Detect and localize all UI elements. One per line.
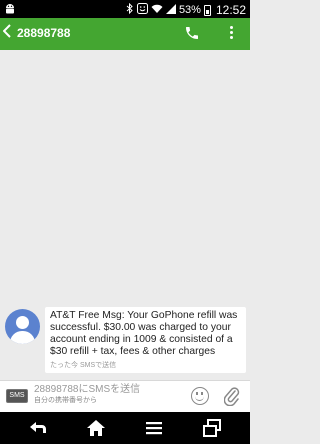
message-text: AT&T Free Msg: Your GoPhone refill was s… [50, 310, 238, 357]
message-item[interactable]: AT&T Free Msg: Your GoPhone refill was s… [0, 304, 250, 376]
overflow-menu-icon[interactable] [228, 24, 234, 44]
back-icon[interactable] [28, 418, 48, 438]
sender-number-label: 自分の携帯番号から [34, 397, 97, 404]
message-timestamp: たった今 SMSで送信 [50, 362, 117, 369]
clock: 12:52 [215, 3, 246, 17]
compose-bar: SMS 28898788にSMSを送信 自分の携帯番号から [0, 380, 250, 412]
phone-icon[interactable] [184, 25, 200, 41]
battery-icon [203, 4, 211, 16]
android-head-icon [4, 2, 16, 18]
bluetooth-icon [126, 2, 134, 17]
emoji-icon[interactable] [191, 387, 209, 405]
conversation-title[interactable]: 28898788 [17, 26, 70, 40]
wifi-icon [151, 4, 163, 17]
smile-icon [136, 3, 148, 17]
status-bar: 53% 12:52 [0, 0, 250, 18]
menu-icon[interactable] [144, 418, 164, 438]
message-input-placeholder: 28898788にSMSを送信 [34, 384, 141, 395]
signal-icon [165, 3, 176, 17]
conversation-area[interactable]: AT&T Free Msg: Your GoPhone refill was s… [0, 50, 250, 380]
recent-apps-icon[interactable] [202, 418, 222, 438]
home-icon[interactable] [86, 418, 106, 438]
app-bar: 28898788 [0, 18, 250, 50]
navigation-bar [0, 412, 250, 444]
battery-percent: 53% [178, 4, 201, 16]
message-bubble[interactable]: AT&T Free Msg: Your GoPhone refill was s… [45, 307, 246, 373]
back-chevron-icon[interactable] [2, 24, 11, 41]
sms-badge[interactable]: SMS [6, 389, 28, 403]
attachment-icon[interactable] [223, 386, 240, 407]
contact-avatar-icon[interactable] [5, 309, 40, 344]
message-input[interactable]: 28898788にSMSを送信 自分の携帯番号から [34, 384, 179, 410]
